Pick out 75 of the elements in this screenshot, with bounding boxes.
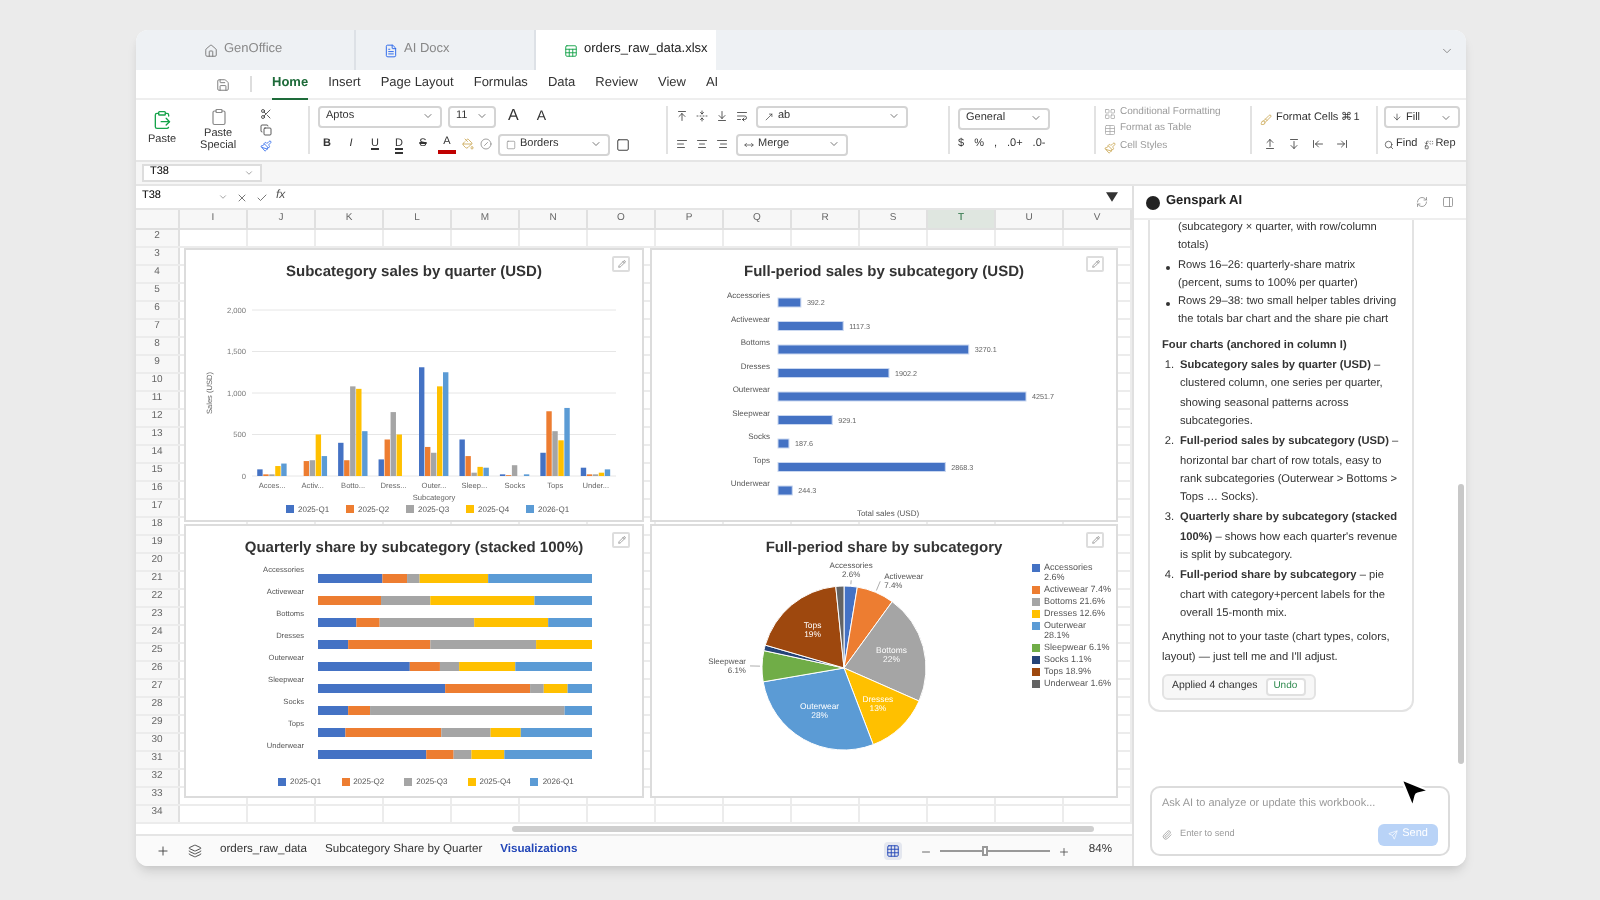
diagonal-arrow-icon: [764, 111, 774, 121]
align-right-icon[interactable]: [716, 138, 728, 150]
pencil-icon: [617, 536, 625, 544]
chevron-down-icon[interactable]: [1440, 43, 1454, 57]
edit-chart-button[interactable]: [1086, 256, 1104, 272]
fill-color-icon[interactable]: [462, 138, 474, 150]
grid-view-icon[interactable]: [886, 844, 901, 858]
cut-icon[interactable]: [260, 108, 273, 120]
clipboard-icon: [209, 108, 228, 126]
copy-icon[interactable]: [260, 124, 273, 136]
border-icon: [506, 139, 516, 149]
search-icon: [1384, 140, 1394, 150]
wrap-text-icon[interactable]: [736, 110, 748, 122]
bar: [777, 438, 790, 449]
delete-column-icon[interactable]: [1336, 137, 1348, 150]
leader-line: [749, 665, 761, 667]
format-painter-icon[interactable]: [260, 140, 273, 152]
table-icon: [1104, 124, 1116, 136]
caret-icon: [888, 110, 900, 122]
clipboard-icon: [152, 110, 173, 131]
replace-icon: [1423, 140, 1434, 150]
leader-line: [850, 579, 852, 585]
send-icon: [1388, 830, 1399, 840]
bar: [777, 297, 802, 308]
insert-column-icon[interactable]: [1312, 137, 1324, 150]
paperclip-icon[interactable]: [1162, 830, 1172, 840]
caret-icon: [1030, 112, 1042, 125]
sheet-list-icon[interactable]: [188, 844, 202, 858]
align-middle-icon[interactable]: [696, 110, 708, 122]
caret-icon: [422, 110, 434, 122]
brush-icon: [1260, 113, 1272, 125]
brush-icon: [1104, 141, 1116, 153]
grid-icon: [1104, 107, 1116, 119]
check-icon[interactable]: [256, 191, 268, 203]
caret-icon: [1440, 111, 1452, 124]
caret-icon: [244, 168, 254, 178]
align-bottom-icon[interactable]: [716, 110, 728, 122]
grow-font-button[interactable]: A: [502, 108, 525, 124]
delete-row-icon[interactable]: [1288, 137, 1300, 150]
zoom-out-icon[interactable]: [920, 845, 933, 857]
clear-icon[interactable]: [480, 138, 492, 150]
save-icon[interactable]: [216, 77, 230, 91]
zoom-in-icon[interactable]: [1058, 845, 1071, 857]
insert-row-icon[interactable]: [1264, 137, 1276, 150]
expand-icon[interactable]: [1106, 192, 1118, 202]
edit-chart-button[interactable]: [612, 532, 630, 548]
align-left-icon[interactable]: [676, 138, 688, 150]
caret-icon[interactable]: [218, 192, 228, 202]
pencil-icon: [617, 260, 625, 268]
bar: [777, 485, 793, 496]
caret-icon: [476, 110, 488, 122]
bar: [777, 321, 844, 331]
spreadsheet-icon: [564, 43, 578, 57]
cancel-icon[interactable]: [236, 191, 248, 203]
house-icon: [204, 43, 218, 57]
caret-icon: [590, 138, 602, 150]
pencil-icon: [1091, 260, 1099, 268]
logo-icon: [1146, 195, 1160, 209]
bar: [777, 415, 833, 425]
down-arrow-icon: [1392, 112, 1402, 123]
panel-icon[interactable]: [1442, 196, 1454, 208]
bar: [777, 368, 890, 378]
edit-chart-button[interactable]: [1086, 532, 1104, 548]
align-top-icon[interactable]: [676, 110, 688, 122]
pencil-icon: [1091, 536, 1099, 544]
edit-chart-button[interactable]: [612, 256, 630, 272]
align-center-icon[interactable]: [696, 138, 708, 150]
document-icon: [384, 43, 398, 57]
slider-thumb[interactable]: [981, 846, 988, 856]
refresh-icon[interactable]: [1416, 196, 1428, 208]
horizontal-arrows-icon: [744, 139, 754, 149]
add-sheet-icon[interactable]: [156, 844, 170, 858]
border-color-icon[interactable]: [616, 137, 630, 151]
leader-line: [876, 580, 881, 591]
caret-icon: [828, 138, 840, 150]
